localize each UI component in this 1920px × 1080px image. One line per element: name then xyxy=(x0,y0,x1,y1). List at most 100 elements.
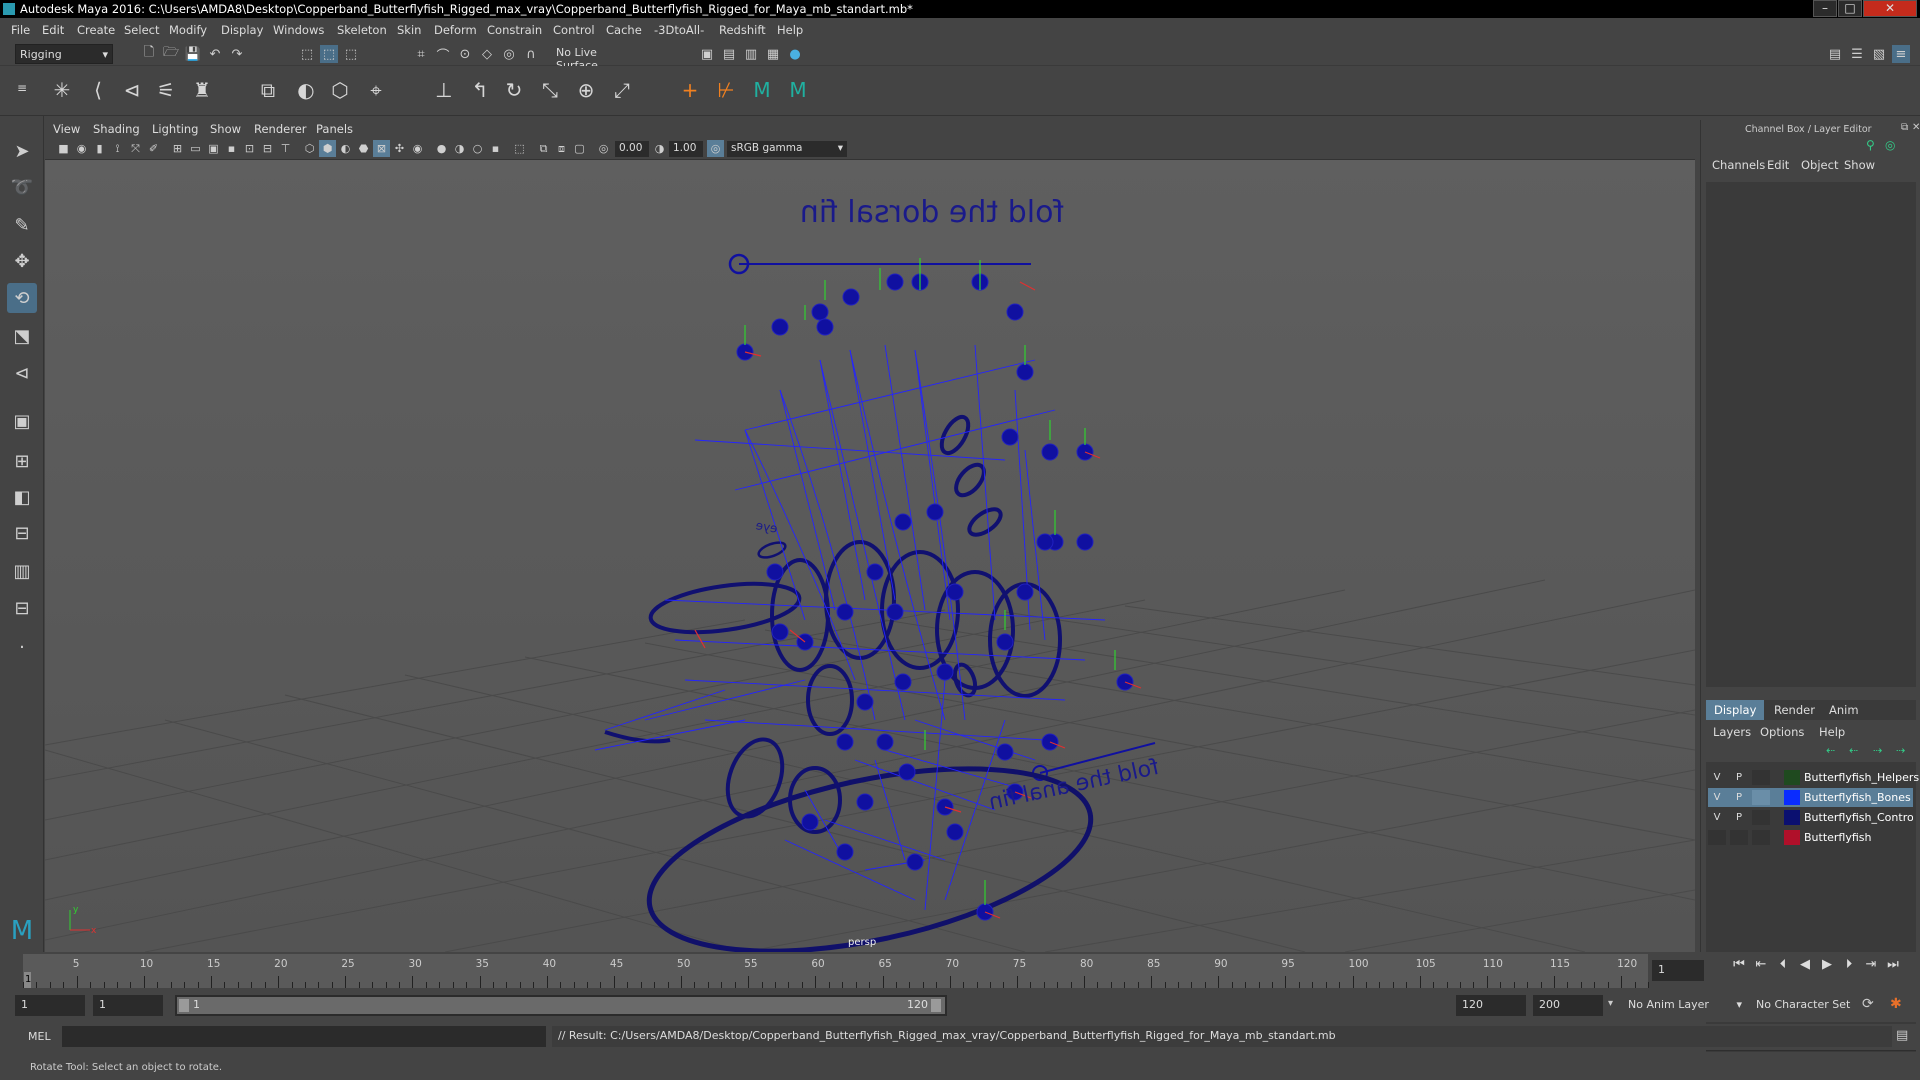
layer-color-swatch[interactable] xyxy=(1784,770,1800,785)
step-forward-key-icon[interactable]: ⇥ xyxy=(1862,957,1880,975)
menuset-dropdown[interactable]: Rigging ▾ xyxy=(15,44,113,64)
ik-handle-icon[interactable]: ⊲ xyxy=(118,76,146,104)
lasso-tool-icon[interactable]: ➰ xyxy=(7,172,37,202)
command-input[interactable] xyxy=(62,1026,546,1047)
hypershade-icon[interactable]: ● xyxy=(786,45,804,63)
maya-muscle-icon[interactable]: M xyxy=(748,76,776,104)
minimize-button[interactable]: – xyxy=(1813,0,1837,17)
locator-icon[interactable]: + xyxy=(676,76,704,104)
save-scene-icon[interactable]: 💾 xyxy=(184,45,202,63)
layer-color-swatch[interactable] xyxy=(1784,810,1800,825)
live-surface-field[interactable]: No Live Surface xyxy=(552,45,644,72)
single-pane-icon[interactable]: ▣ xyxy=(7,406,37,436)
menu-display[interactable]: Display xyxy=(221,23,263,37)
menu-skin[interactable]: Skin xyxy=(397,23,421,37)
modeling-toolkit-icon[interactable]: ▤ xyxy=(1826,45,1844,63)
time-slider[interactable]: 5 10 15 20 25 30 35 40 45 50 55 60 65 70 75 80 85 90 95 100… xyxy=(0,952,1920,992)
parent-constraint-icon[interactable]: ⊕ xyxy=(572,76,600,104)
render-sequence-icon[interactable]: ▤ xyxy=(720,45,738,63)
close-panel-icon[interactable]: ✕ xyxy=(1912,122,1920,133)
render-settings-icon[interactable]: ▦ xyxy=(764,45,782,63)
move-layer-up-icon[interactable]: ⇠ xyxy=(1826,744,1835,757)
menu-constrain[interactable]: Constrain xyxy=(487,23,542,37)
layer-playback-toggle[interactable]: P xyxy=(1730,810,1748,825)
le-menu-layers[interactable]: Layers xyxy=(1705,722,1759,742)
use-default-material-icon[interactable]: ◐ xyxy=(337,140,354,157)
menu-create[interactable]: Create xyxy=(77,23,115,37)
four-pane-icon[interactable]: ⊞ xyxy=(7,446,37,476)
insert-joint-icon[interactable]: ⟨ xyxy=(84,76,112,104)
select-component-icon[interactable]: ⬚ xyxy=(342,45,360,63)
image-plane-icon[interactable]: ⟟ xyxy=(109,140,126,157)
range-bar[interactable]: 1 120 xyxy=(177,997,945,1014)
menu-file[interactable]: File xyxy=(11,23,30,37)
exposure-field[interactable]: 0.00 xyxy=(615,141,649,157)
menu-3dtoall[interactable]: -3DtoAll- xyxy=(654,23,704,37)
gamma-field[interactable]: 1.00 xyxy=(669,141,703,157)
layer-playback-toggle[interactable]: P xyxy=(1730,790,1748,805)
layer-color-swatch[interactable] xyxy=(1784,790,1800,805)
select-tool-icon[interactable]: ➤ xyxy=(7,136,37,166)
attribute-editor-icon[interactable]: ☰ xyxy=(1848,45,1866,63)
le-menu-options[interactable]: Options xyxy=(1752,722,1812,742)
auto-key-icon[interactable]: ⟳ xyxy=(1862,996,1874,1012)
new-layer-icon[interactable]: ⇢ xyxy=(1873,744,1882,757)
playback-start-field[interactable]: 1 xyxy=(93,995,163,1016)
chevron-down-icon[interactable]: ▾ xyxy=(1608,998,1613,1009)
vp-menu-lighting[interactable]: Lighting xyxy=(152,122,198,136)
snap-grid-icon[interactable]: ⌗ xyxy=(412,45,430,63)
menu-redshift[interactable]: Redshift xyxy=(719,23,766,37)
anim-layer-dropdown[interactable]: No Anim Layer ▾ xyxy=(1622,995,1742,1016)
two-pane-icon[interactable]: ◧ xyxy=(7,482,37,512)
move-layer-down-icon[interactable]: ⇠ xyxy=(1849,744,1858,757)
play-backward-icon[interactable]: ◀ xyxy=(1796,957,1814,975)
new-scene-icon[interactable]: 🗋 xyxy=(140,45,158,63)
menu-select[interactable]: Select xyxy=(124,23,159,37)
range-track[interactable]: 1 120 xyxy=(175,995,947,1016)
float-panel-icon[interactable]: ⧉ xyxy=(1901,122,1908,133)
layer-visibility-toggle[interactable] xyxy=(1708,830,1726,845)
channel-box-area[interactable] xyxy=(1706,182,1916,687)
tool-settings-icon[interactable]: ▧ xyxy=(1870,45,1888,63)
ambient-occlusion-icon[interactable]: ○ xyxy=(469,140,486,157)
layer-row-bones[interactable]: V P Butterflyfish_Bones xyxy=(1708,788,1913,807)
menu-modify[interactable]: Modify xyxy=(169,23,207,37)
point-constraint-icon[interactable]: ⊥ xyxy=(430,76,458,104)
film-gate-icon[interactable]: ▭ xyxy=(187,140,204,157)
safe-title-icon[interactable]: ⊤ xyxy=(277,140,294,157)
gamma-icon[interactable]: ◑ xyxy=(651,140,668,157)
menu-deform[interactable]: Deform xyxy=(434,23,477,37)
layer-visibility-toggle[interactable]: V xyxy=(1708,790,1726,805)
shadows-icon[interactable]: ◑ xyxy=(451,140,468,157)
snap-plane-icon[interactable]: ◇ xyxy=(478,45,496,63)
smooth-shade-icon[interactable]: ⬢ xyxy=(319,140,336,157)
viewport-canvas[interactable]: fold the dorsal fin fold the anal fin ey… xyxy=(45,160,1695,952)
lattice-icon[interactable]: ⬡ xyxy=(326,76,354,104)
cluster-icon[interactable]: ⌖ xyxy=(362,76,390,104)
shelf-menu-icon[interactable]: ≡ xyxy=(14,74,30,102)
annotation-icon[interactable]: ⊬ xyxy=(712,76,740,104)
tab-anim[interactable]: Anim xyxy=(1821,700,1867,720)
resolution-gate-icon[interactable]: ▣ xyxy=(205,140,222,157)
script-language-label[interactable]: MEL xyxy=(28,1030,51,1043)
hud-icon[interactable]: ▢ xyxy=(571,140,588,157)
snap-surface-icon[interactable]: ◎ xyxy=(500,45,518,63)
menu-cache[interactable]: Cache xyxy=(606,23,642,37)
play-forward-icon[interactable]: ▶ xyxy=(1818,957,1836,975)
maximize-button[interactable]: □ xyxy=(1838,0,1862,17)
xray-icon[interactable]: ⊠ xyxy=(373,140,390,157)
wireframe-icon[interactable]: ⬡ xyxy=(301,140,318,157)
safe-action-icon[interactable]: ⊟ xyxy=(259,140,276,157)
camera-icon[interactable]: ■ xyxy=(55,140,72,157)
field-chart-icon[interactable]: ⊡ xyxy=(241,140,258,157)
tab-display[interactable]: Display xyxy=(1706,700,1765,720)
wireframe-on-shaded-icon[interactable]: ⬣ xyxy=(355,140,372,157)
scale-constraint-icon[interactable]: ⤡ xyxy=(536,76,564,104)
scale-tool-icon[interactable]: ⬔ xyxy=(7,321,37,351)
last-tool-icon[interactable]: ⊲ xyxy=(7,358,37,388)
outliner-layout-icon[interactable]: ⊟ xyxy=(7,518,37,548)
channel-box-icon[interactable]: ⚲ xyxy=(1866,138,1880,152)
tab-render[interactable]: Render xyxy=(1766,700,1823,720)
layer-row-controllers[interactable]: V P Butterflyfish_Controllers xyxy=(1708,808,1913,827)
rotate-tool-icon[interactable]: ⟲ xyxy=(7,283,37,313)
